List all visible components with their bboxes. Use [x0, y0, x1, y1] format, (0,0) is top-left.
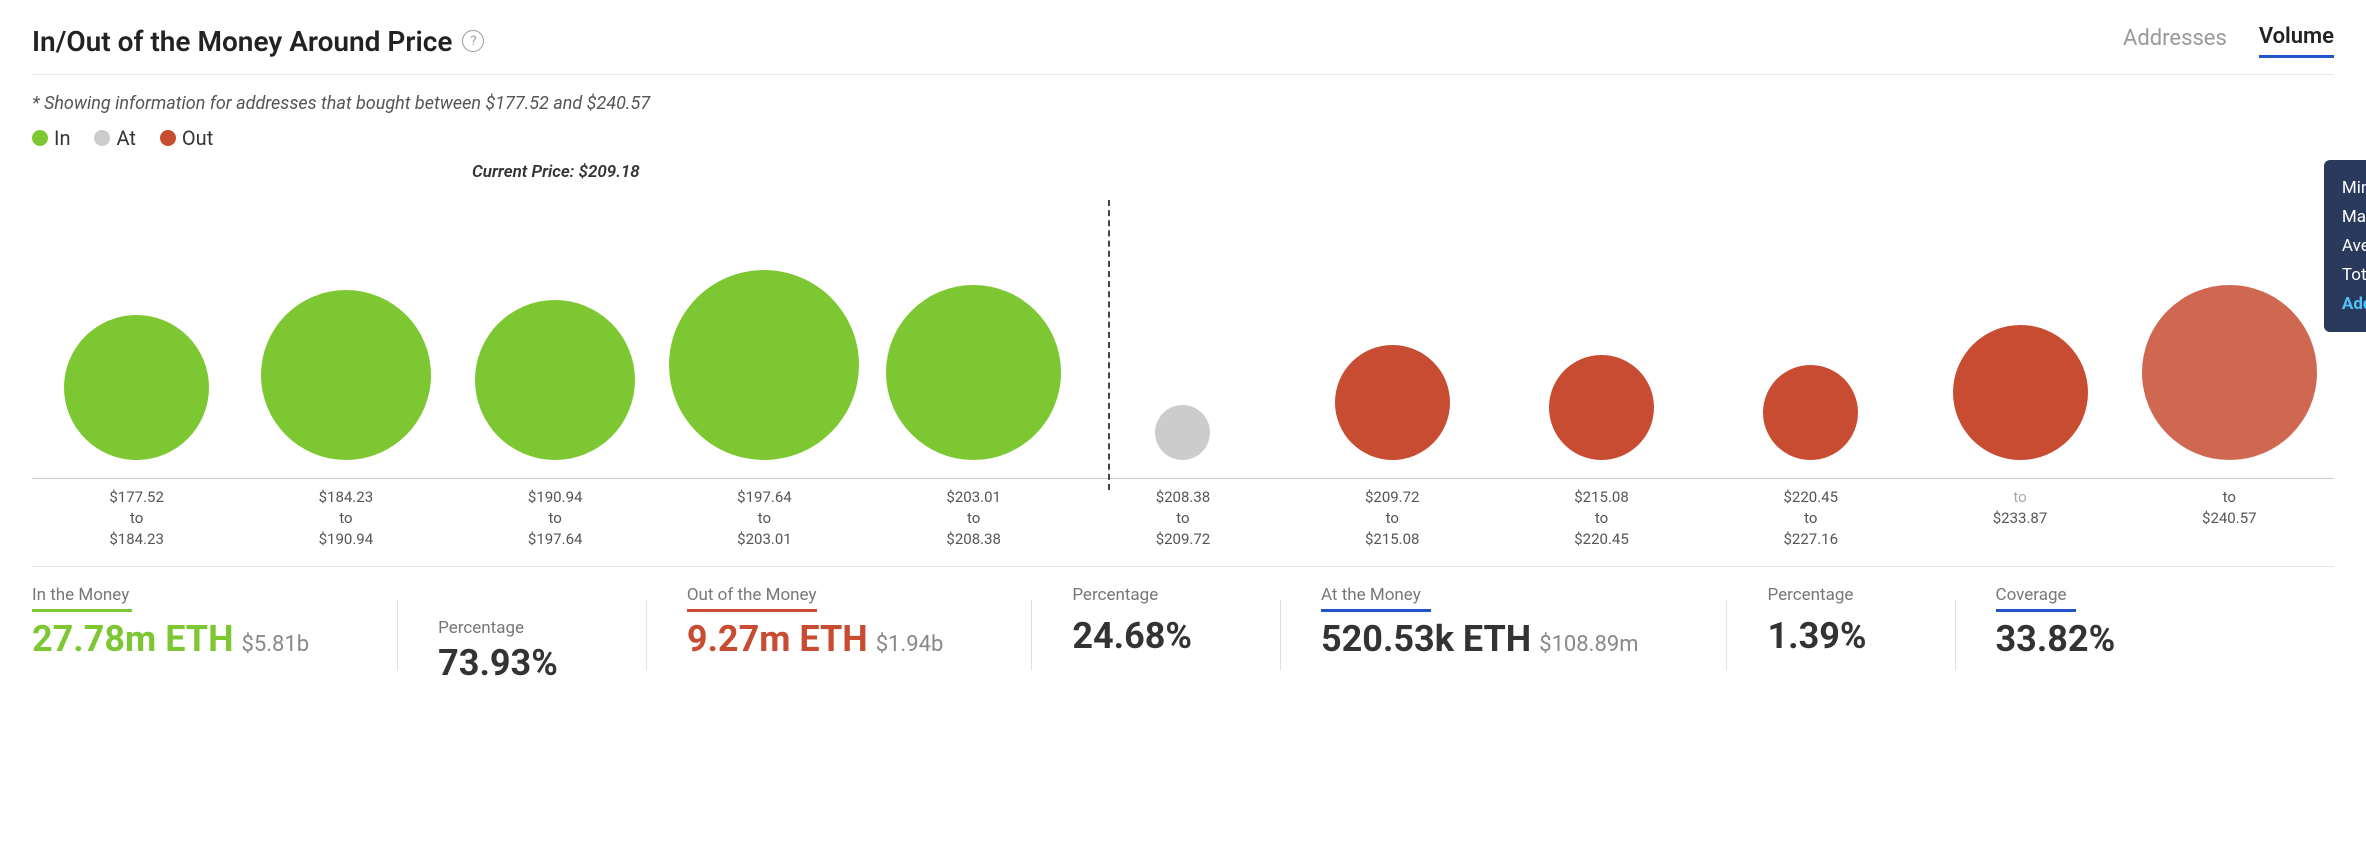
stat-coverage-bar [1996, 609, 2076, 612]
x-axis: $177.52 to $184.23 $184.23 to $190.94 $1… [32, 478, 2334, 550]
legend-label-in: In [54, 126, 70, 150]
bubble-col-3 [660, 220, 869, 460]
tooltip-min-price-label: Min Price: [2342, 178, 2366, 198]
chart-area: Current Price: $209.18 [32, 170, 2334, 550]
help-icon[interactable]: ? [462, 30, 484, 52]
legend: In At Out [32, 126, 2334, 150]
x-label-3: $197.64 to $203.01 [660, 487, 869, 550]
divider-3 [1031, 600, 1032, 670]
bubble-4 [886, 285, 1061, 460]
bubble-col-9 [1915, 220, 2124, 460]
current-price-label: Current Price: $209.18 [472, 162, 640, 182]
bubble-6 [1335, 345, 1450, 460]
main-container: In/Out of the Money Around Price ? Addre… [0, 0, 2366, 852]
divider-1 [397, 600, 398, 670]
stat-at-bar [1321, 609, 1431, 612]
tooltip-avg-price-label: Average Price: [2342, 236, 2366, 256]
legend-in: In [32, 126, 70, 150]
stat-pct-in-value: 73.93% [438, 642, 558, 684]
x-label-10: to $240.57 [2125, 487, 2334, 550]
stat-out-pct: Percentage 24.68% [1072, 585, 1240, 657]
divider-2 [646, 600, 647, 670]
stat-in-pct: In the Money Percentage 73.93% [438, 585, 606, 684]
stat-coverage: Coverage 33.82% [1996, 585, 2164, 660]
tab-volume[interactable]: Volume [2259, 24, 2334, 58]
divider-4 [1280, 600, 1281, 670]
stat-pct-in-bar [438, 609, 558, 612]
bubble-9 [1953, 325, 2088, 460]
stat-in-bar [32, 609, 132, 612]
tab-group: Addresses Volume [2123, 24, 2334, 58]
bubble-8 [1763, 365, 1858, 460]
stat-pct-at-value: 1.39% [1767, 615, 1866, 657]
stat-at-pct: Percentage 1.39% [1767, 585, 1914, 657]
legend-out: Out [160, 126, 213, 150]
stat-out-label: Out of the Money [687, 585, 944, 605]
stat-at-the-money: At the Money 520.53k ETH $108.89m [1321, 585, 1687, 660]
stat-coverage-value: 33.82% [1996, 618, 2116, 660]
current-price-line [1108, 200, 1110, 490]
stat-coverage-label: Coverage [1996, 585, 2116, 605]
bubble-10 [2142, 285, 2317, 460]
bubbles-row: Min Price: $233.87 Max Price: $240.57 Av… [32, 220, 2334, 460]
tooltip-total-vol-label: Total Volume: [2342, 265, 2366, 285]
bubble-5 [1155, 405, 1210, 460]
stat-out-the-money: Out of the Money 9.27m ETH $1.94b [687, 585, 992, 660]
legend-at: At [94, 126, 135, 150]
bubble-7 [1549, 355, 1654, 460]
bubble-1 [261, 290, 431, 460]
bubble-col-6 [1288, 220, 1497, 460]
bubble-col-10: Min Price: $233.87 Max Price: $240.57 Av… [2125, 220, 2334, 460]
stat-pct-out-heading: Percentage [1072, 585, 1192, 605]
stat-at-value: 520.53k ETH $108.89m [1321, 618, 1639, 660]
stat-at-label: At the Money [1321, 585, 1639, 605]
divider-5 [1726, 600, 1727, 670]
bubble-col-8 [1706, 220, 1915, 460]
stat-out-value: 9.27m ETH $1.94b [687, 618, 944, 660]
bubble-2 [475, 300, 635, 460]
header: In/Out of the Money Around Price ? Addre… [32, 24, 2334, 75]
tooltip-addresses-label: Addresses: [2342, 294, 2366, 314]
x-label-6: $209.72 to $215.08 [1288, 487, 1497, 550]
stat-in-label: In the Money [32, 585, 309, 605]
subtitle: * Showing information for addresses that… [32, 93, 2334, 114]
bubble-0 [64, 315, 209, 460]
x-label-7: $215.08 to $220.45 [1497, 487, 1706, 550]
x-label-2: $190.94 to $197.64 [451, 487, 660, 550]
stat-pct-in-heading: Percentage [438, 618, 558, 638]
legend-label-out: Out [182, 126, 213, 150]
divider-6 [1955, 600, 1956, 670]
x-label-9: to $233.87 [1915, 487, 2124, 550]
bubble-col-1 [241, 220, 450, 460]
tooltip: Min Price: $233.87 Max Price: $240.57 Av… [2324, 160, 2366, 332]
stat-pct-at-heading: Percentage [1767, 585, 1866, 605]
tooltip-max-price-label: Max Price: [2342, 207, 2366, 227]
legend-dot-out [160, 130, 176, 146]
stat-in-value: 27.78m ETH $5.81b [32, 618, 309, 660]
page-title: In/Out of the Money Around Price [32, 25, 452, 58]
tab-addresses[interactable]: Addresses [2123, 26, 2227, 57]
x-label-8: $220.45 to $227.16 [1706, 487, 1915, 550]
stat-out-bar [687, 609, 817, 612]
stat-in-the-money: In the Money 27.78m ETH $5.81b [32, 585, 357, 660]
x-label-5: $208.38 to $209.72 [1078, 487, 1287, 550]
stat-pct-out-value: 24.68% [1072, 615, 1192, 657]
legend-dot-at [94, 130, 110, 146]
x-label-1: $184.23 to $190.94 [241, 487, 450, 550]
bubble-col-2 [451, 220, 660, 460]
x-label-4: $203.01 to $208.38 [869, 487, 1078, 550]
stats-row: In the Money 27.78m ETH $5.81b In the Mo… [32, 566, 2334, 684]
bubble-col-0 [32, 220, 241, 460]
legend-label-at: At [116, 126, 135, 150]
bubble-3 [669, 270, 859, 460]
x-label-0: $177.52 to $184.23 [32, 487, 241, 550]
legend-dot-in [32, 130, 48, 146]
bubble-col-7 [1497, 220, 1706, 460]
bubble-col-4 [869, 220, 1078, 460]
